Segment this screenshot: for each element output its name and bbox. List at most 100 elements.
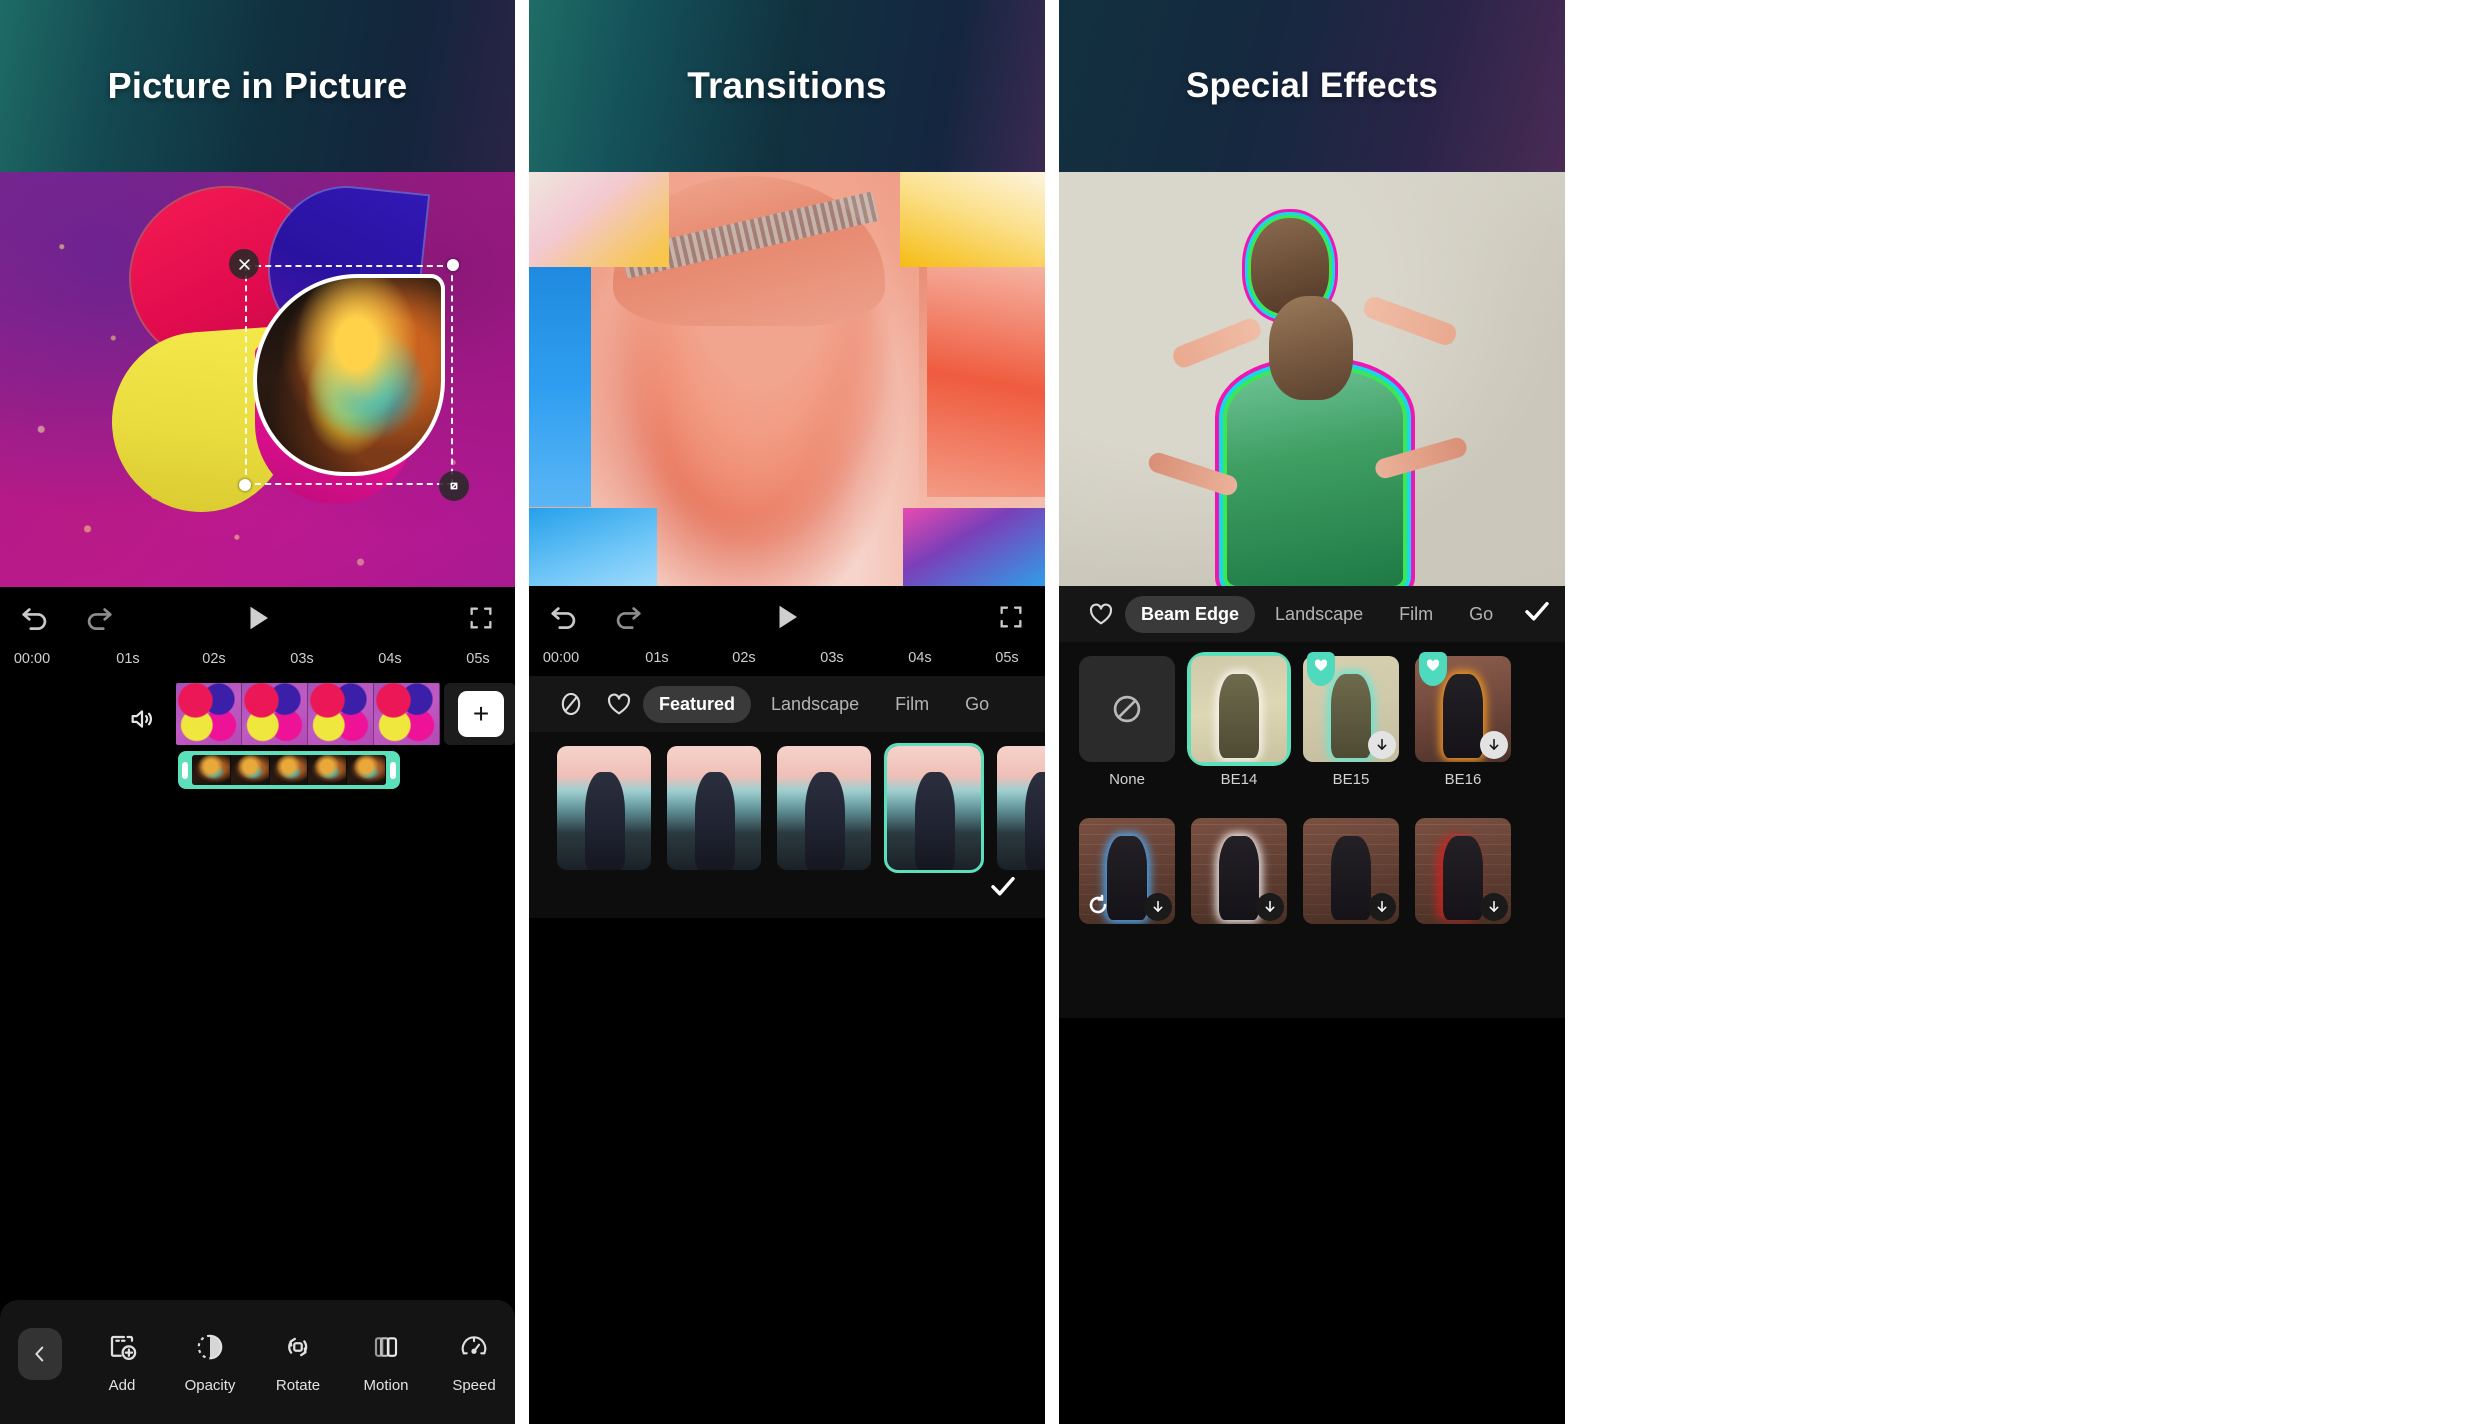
thumb-subject	[695, 772, 735, 870]
speaker-icon[interactable]	[128, 705, 156, 738]
effect-label: None	[1109, 771, 1145, 788]
pip-overlay[interactable]	[229, 249, 469, 501]
preview-canvas-effects[interactable]	[1059, 172, 1565, 586]
download-icon[interactable]	[1480, 893, 1508, 921]
tool-label: Rotate	[275, 1377, 321, 1394]
download-icon[interactable]	[1480, 731, 1508, 759]
reload-icon[interactable]	[1085, 892, 1111, 918]
clip-frame[interactable]	[374, 683, 440, 745]
effect-thumb[interactable]	[1191, 818, 1287, 924]
download-icon[interactable]	[1144, 893, 1172, 921]
panel-divider	[1045, 0, 1059, 1424]
pip-frame	[308, 755, 348, 785]
redo-icon[interactable]	[611, 600, 645, 634]
tool-speed[interactable]: Speed	[430, 1330, 515, 1394]
download-icon[interactable]	[1256, 893, 1284, 921]
tab-landscape[interactable]: Landscape	[755, 686, 875, 723]
tool-label: Motion	[363, 1377, 409, 1394]
undo-icon[interactable]	[18, 601, 52, 635]
effect-grid[interactable]: None BE14 BE15 BE16	[1059, 642, 1565, 1018]
undo-icon[interactable]	[547, 600, 581, 634]
pip-handle-top-right[interactable]	[447, 259, 459, 271]
preview-canvas-transitions[interactable]	[529, 172, 1045, 586]
preview-canvas-pip[interactable]	[0, 172, 515, 587]
tab-beam-edge[interactable]: Beam Edge	[1125, 595, 1256, 633]
effect-thumb[interactable]	[1415, 652, 1511, 762]
effect-cell-be15[interactable]: BE15	[1303, 652, 1399, 788]
tab-film[interactable]: Film	[1383, 596, 1449, 633]
heart-icon[interactable]	[595, 690, 643, 718]
clip-frame[interactable]	[308, 683, 374, 745]
page-title: Transitions	[687, 65, 887, 106]
effect-thumb[interactable]	[1079, 656, 1175, 762]
ruler-tick: 05s	[995, 650, 1019, 666]
effect-thumb[interactable]	[1303, 818, 1399, 924]
tool-add[interactable]: Add	[78, 1330, 166, 1394]
play-icon[interactable]	[243, 601, 273, 635]
resize-handle-icon[interactable]	[439, 471, 469, 501]
play-icon[interactable]	[772, 600, 802, 634]
close-icon[interactable]	[229, 249, 259, 279]
tab-go[interactable]: Go	[1453, 596, 1509, 633]
checkmark-icon[interactable]	[987, 870, 1019, 908]
effect-cell-be16[interactable]: BE16	[1415, 652, 1511, 788]
download-icon[interactable]	[1368, 893, 1396, 921]
timeline-1[interactable]: +	[0, 677, 515, 807]
tab-featured[interactable]: Featured	[643, 685, 752, 723]
effect-subject	[1219, 836, 1259, 920]
effect-cell-row2-4[interactable]	[1415, 818, 1511, 924]
effect-cell-row2-2[interactable]	[1191, 818, 1287, 924]
motion-icon	[371, 1330, 401, 1364]
effect-subject	[1219, 674, 1259, 758]
effect-thumb[interactable]	[1303, 652, 1399, 762]
clip-frame[interactable]	[242, 683, 308, 745]
download-icon[interactable]	[1368, 731, 1396, 759]
effect-thumb-selected[interactable]	[1187, 652, 1291, 766]
trim-handle-left[interactable]	[182, 761, 188, 779]
effect-thumb[interactable]	[1079, 818, 1175, 924]
fullscreen-icon[interactable]	[997, 603, 1025, 631]
pip-track[interactable]	[178, 751, 400, 789]
checkmark-icon[interactable]	[1511, 595, 1553, 633]
subject-dress	[1227, 370, 1403, 586]
transition-thumb[interactable]	[557, 746, 651, 870]
clip-frame[interactable]	[176, 683, 242, 745]
tab-go[interactable]: Go	[949, 686, 1005, 723]
tool-list: Add Opacity Rotate Motion Speed	[78, 1330, 515, 1394]
effect-cell-row2-3[interactable]	[1303, 818, 1399, 924]
effect-cell-be14[interactable]: BE14	[1187, 652, 1291, 788]
no-transition-icon[interactable]	[547, 690, 595, 718]
bottom-toolbar: Add Opacity Rotate Motion Speed	[0, 1300, 515, 1424]
transition-thumbnail-strip[interactable]	[529, 732, 1045, 918]
transition-tile-right	[927, 267, 1045, 497]
favorite-badge-icon[interactable]	[1307, 652, 1335, 686]
tab-film[interactable]: Film	[879, 686, 945, 723]
transition-thumb-selected[interactable]	[884, 743, 984, 873]
fullscreen-icon[interactable]	[467, 604, 495, 632]
effect-thumb[interactable]	[1415, 818, 1511, 924]
heart-icon[interactable]	[1077, 600, 1125, 628]
transition-thumb[interactable]	[997, 746, 1045, 870]
transition-thumb[interactable]	[777, 746, 871, 870]
pip-handle-bottom-left[interactable]	[239, 479, 251, 491]
player-controls-2	[529, 586, 1045, 648]
opacity-icon	[195, 1330, 225, 1364]
chevron-left-icon[interactable]	[18, 1328, 62, 1380]
favorite-badge-icon[interactable]	[1419, 652, 1447, 686]
pip-track-frames[interactable]	[192, 755, 386, 785]
transition-thumb[interactable]	[667, 746, 761, 870]
tab-landscape[interactable]: Landscape	[1259, 596, 1379, 633]
tool-opacity[interactable]: Opacity	[166, 1330, 254, 1394]
panel3-header: Special Effects	[1059, 0, 1565, 172]
transition-tile-bottom-left	[529, 508, 657, 586]
tool-motion[interactable]: Motion	[342, 1330, 430, 1394]
tool-rotate[interactable]: Rotate	[254, 1330, 342, 1394]
effect-cell-none[interactable]: None	[1079, 656, 1175, 788]
add-clip-button[interactable]: +	[458, 691, 504, 737]
ruler-tick: 02s	[732, 650, 756, 666]
redo-icon[interactable]	[82, 601, 116, 635]
trim-handle-right[interactable]	[390, 761, 396, 779]
effect-cell-row2-1[interactable]	[1079, 818, 1175, 924]
ruler-tick: 05s	[466, 651, 490, 667]
main-clip-track[interactable]	[176, 683, 440, 745]
